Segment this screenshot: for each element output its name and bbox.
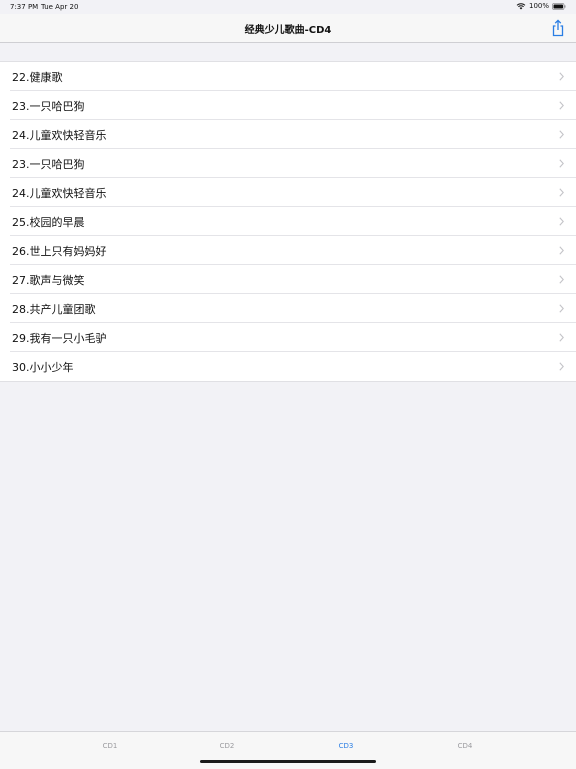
chevron-right-icon	[559, 130, 564, 139]
chevron-right-icon	[559, 304, 564, 313]
list-item-label: 26.世上只有妈妈好	[12, 245, 107, 258]
list-item[interactable]: 23.一只哈巴狗	[0, 149, 576, 178]
battery-icon	[552, 2, 566, 10]
list-item-label: 23.一只哈巴狗	[12, 158, 85, 171]
list-item-label: 27.歌声与微笑	[12, 274, 85, 287]
list-item-label: 23.一只哈巴狗	[12, 100, 85, 113]
list-item-label: 29.我有一只小毛驴	[12, 332, 107, 345]
chevron-right-icon	[559, 217, 564, 226]
page-title: 经典少儿歌曲-CD4	[244, 25, 332, 36]
chevron-right-icon	[559, 246, 564, 255]
list-item-label: 24.儿童欢快轻音乐	[12, 187, 107, 200]
chevron-right-icon	[559, 72, 564, 81]
list-item-label: 28.共产儿童团歌	[12, 303, 96, 316]
list-item[interactable]: 25.校园的早晨	[0, 207, 576, 236]
tab-cd1[interactable]: CD1	[80, 742, 140, 750]
chevron-right-icon	[559, 101, 564, 110]
list-item[interactable]: 23.一只哈巴狗	[0, 91, 576, 120]
list-item-label: 22.健康歌	[12, 71, 63, 84]
status-date: Tue Apr 20	[41, 3, 79, 11]
tab-cd3[interactable]: CD3	[316, 742, 376, 750]
tab-cd2[interactable]: CD2	[197, 742, 257, 750]
tab-bar: CD1 CD2 CD3 CD4	[0, 731, 576, 769]
tab-cd4[interactable]: CD4	[435, 742, 495, 750]
battery-percentage: 100%	[528, 2, 549, 10]
chevron-right-icon	[559, 188, 564, 197]
status-indicators: 100%	[516, 2, 566, 10]
list-item[interactable]: 30.小小少年	[0, 352, 576, 381]
status-bar: 7:37 PM Tue Apr 20 100%	[0, 0, 576, 14]
list-item[interactable]: 28.共产儿童团歌	[0, 294, 576, 323]
chevron-right-icon	[559, 333, 564, 342]
share-icon[interactable]	[550, 19, 566, 37]
list-item-label: 30.小小少年	[12, 361, 74, 374]
list-item-label: 25.校园的早晨	[12, 216, 85, 229]
list-item[interactable]: 29.我有一只小毛驴	[0, 323, 576, 352]
list-item[interactable]: 27.歌声与微笑	[0, 265, 576, 294]
chevron-right-icon	[559, 159, 564, 168]
list-item[interactable]: 22.健康歌	[0, 62, 576, 91]
song-list: 22.健康歌 23.一只哈巴狗 24.儿童欢快轻音乐 23.一只哈巴狗 24.儿童欢快轻…	[0, 61, 576, 382]
list-item-label: 24.儿童欢快轻音乐	[12, 129, 107, 142]
list-item[interactable]: 26.世上只有妈妈好	[0, 236, 576, 265]
home-indicator	[200, 760, 376, 763]
status-time: 7:37 PM	[10, 3, 39, 11]
list-item[interactable]: 24.儿童欢快轻音乐	[0, 120, 576, 149]
wifi-icon	[516, 3, 526, 10]
chevron-right-icon	[559, 362, 564, 371]
chevron-right-icon	[559, 275, 564, 284]
navigation-bar: 经典少儿歌曲-CD4	[0, 14, 576, 43]
list-item[interactable]: 24.儿童欢快轻音乐	[0, 178, 576, 207]
